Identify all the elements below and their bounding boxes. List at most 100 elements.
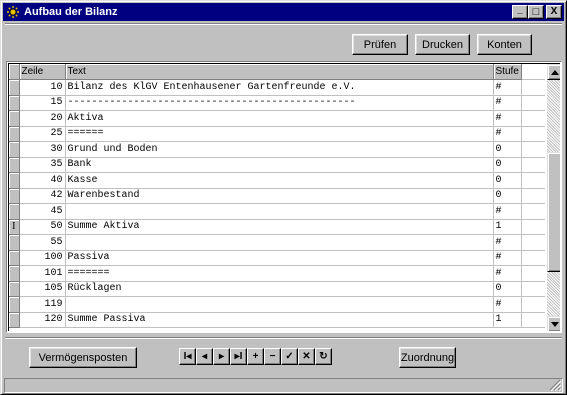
maximize-button[interactable]: □ bbox=[528, 5, 544, 19]
table-row[interactable]: 10 Bilanz des KlGV Entenhausener Gartenfr… bbox=[9, 79, 546, 96]
cell-zeile[interactable]: 20 bbox=[19, 110, 66, 127]
cell-stufe[interactable]: 0 bbox=[493, 172, 522, 189]
cell-zeile[interactable]: 105 bbox=[19, 281, 66, 297]
cell-stufe[interactable]: # bbox=[493, 110, 522, 127]
table-row[interactable]: 15 --------------------------------------… bbox=[9, 95, 546, 111]
cell-zeile[interactable]: 10 bbox=[19, 79, 66, 96]
row-indicator[interactable] bbox=[9, 203, 20, 220]
vertical-scrollbar[interactable] bbox=[547, 64, 560, 331]
pruefen-button[interactable]: Prüfen bbox=[352, 34, 408, 55]
row-indicator[interactable] bbox=[9, 141, 20, 158]
scroll-up-button[interactable] bbox=[547, 64, 560, 80]
scroll-thumb[interactable] bbox=[547, 152, 560, 272]
nav-refresh-button[interactable]: ↻ bbox=[315, 348, 332, 365]
vermoegensposten-button[interactable]: Vermögensposten bbox=[29, 347, 137, 368]
cell-stufe[interactable]: # bbox=[493, 126, 522, 142]
row-indicator[interactable] bbox=[9, 188, 20, 204]
cell-text[interactable] bbox=[65, 203, 494, 220]
cell-zeile[interactable]: 100 bbox=[19, 250, 66, 266]
column-header-stufe[interactable]: Stufe bbox=[493, 64, 522, 80]
cell-zeile[interactable]: 30 bbox=[19, 141, 66, 158]
cell-stufe[interactable]: # bbox=[493, 265, 522, 282]
table-row[interactable]: 42 Warenbestand 0 bbox=[9, 188, 546, 204]
row-indicator[interactable]: I bbox=[9, 219, 20, 235]
nav-first-button[interactable]: I◂ bbox=[179, 348, 196, 365]
nav-cancel-button[interactable]: ✕ bbox=[298, 348, 315, 365]
cell-text[interactable] bbox=[65, 296, 494, 313]
nav-prior-button[interactable]: ◂ bbox=[196, 348, 213, 365]
cell-stufe[interactable]: 1 bbox=[493, 312, 522, 328]
cell-stufe[interactable]: 0 bbox=[493, 281, 522, 297]
cell-zeile[interactable]: 120 bbox=[19, 312, 66, 328]
data-grid[interactable]: Zeile Text Stufe 10 Bilanz des KlGV Enten… bbox=[6, 61, 562, 333]
scroll-down-button[interactable] bbox=[547, 316, 560, 331]
cell-zeile[interactable]: 40 bbox=[19, 172, 66, 189]
cell-zeile[interactable]: 45 bbox=[19, 203, 66, 220]
cell-text[interactable]: Grund und Boden bbox=[65, 141, 494, 158]
cell-zeile[interactable]: 119 bbox=[19, 296, 66, 313]
table-row[interactable]: 101 ======= # bbox=[9, 265, 546, 282]
table-row[interactable]: 120 Summe Passiva 1 bbox=[9, 312, 546, 328]
cell-text[interactable]: Aktiva bbox=[65, 110, 494, 127]
cell-zeile[interactable]: 25 bbox=[19, 126, 66, 142]
cell-zeile[interactable]: 42 bbox=[19, 188, 66, 204]
column-header-text[interactable]: Text bbox=[65, 64, 494, 80]
table-row[interactable]: 55 # bbox=[9, 234, 546, 251]
minimize-button[interactable]: _ bbox=[512, 5, 528, 19]
row-indicator[interactable] bbox=[9, 172, 20, 189]
table-row[interactable]: 105 Rücklagen 0 bbox=[9, 281, 546, 297]
cell-stufe[interactable]: # bbox=[493, 250, 522, 266]
cell-text[interactable]: ----------------------------------------… bbox=[65, 95, 494, 111]
cell-text[interactable]: Bilanz des KlGV Entenhausener Gartenfreu… bbox=[65, 79, 494, 96]
row-indicator[interactable] bbox=[9, 296, 20, 313]
row-indicator[interactable] bbox=[9, 95, 20, 111]
cell-stufe[interactable]: # bbox=[493, 203, 522, 220]
row-indicator[interactable] bbox=[9, 126, 20, 142]
cell-stufe[interactable]: 0 bbox=[493, 188, 522, 204]
cell-stufe[interactable]: 1 bbox=[493, 219, 522, 235]
cell-text[interactable]: Summe Aktiva bbox=[65, 219, 494, 235]
cell-text[interactable]: Bank bbox=[65, 157, 494, 173]
cell-stufe[interactable]: # bbox=[493, 79, 522, 96]
zuordnung-button[interactable]: Zuordnung bbox=[399, 347, 456, 368]
table-row[interactable]: 20 Aktiva # bbox=[9, 110, 546, 127]
resize-grip-icon[interactable] bbox=[549, 379, 561, 391]
table-row[interactable]: 35 Bank 0 bbox=[9, 157, 546, 173]
column-header-zeile[interactable]: Zeile bbox=[19, 64, 66, 80]
konten-button[interactable]: Konten bbox=[477, 34, 532, 55]
table-row[interactable]: 119 # bbox=[9, 296, 546, 313]
nav-next-button[interactable]: ▸ bbox=[213, 348, 230, 365]
drucken-button[interactable]: Drucken bbox=[415, 34, 470, 55]
cell-text[interactable]: Passiva bbox=[65, 250, 494, 266]
title-bar[interactable]: Aufbau der Bilanz _ □ X bbox=[3, 3, 564, 21]
cell-text[interactable]: Warenbestand bbox=[65, 188, 494, 204]
close-button[interactable]: X bbox=[546, 5, 562, 19]
cell-text[interactable]: ====== bbox=[65, 126, 494, 142]
row-indicator[interactable] bbox=[9, 250, 20, 266]
nav-insert-button[interactable]: + bbox=[247, 348, 264, 365]
cell-text[interactable]: ======= bbox=[65, 265, 494, 282]
cell-zeile[interactable]: 50 bbox=[19, 219, 66, 235]
nav-post-button[interactable]: ✓ bbox=[281, 348, 298, 365]
row-indicator[interactable] bbox=[9, 312, 20, 328]
cell-text[interactable]: Kasse bbox=[65, 172, 494, 189]
nav-last-button[interactable]: ▸I bbox=[230, 348, 247, 365]
nav-delete-button[interactable]: − bbox=[264, 348, 281, 365]
cell-stufe[interactable]: # bbox=[493, 234, 522, 251]
row-indicator[interactable] bbox=[9, 79, 20, 96]
table-row[interactable]: 25 ====== # bbox=[9, 126, 546, 142]
row-indicator[interactable] bbox=[9, 157, 20, 173]
cell-text[interactable]: Rücklagen bbox=[65, 281, 494, 297]
table-row[interactable]: 45 # bbox=[9, 203, 546, 220]
cell-text[interactable] bbox=[65, 234, 494, 251]
cell-stufe[interactable]: # bbox=[493, 296, 522, 313]
table-row[interactable]: 30 Grund und Boden 0 bbox=[9, 141, 546, 158]
cell-stufe[interactable]: 0 bbox=[493, 141, 522, 158]
cell-zeile[interactable]: 15 bbox=[19, 95, 66, 111]
row-indicator[interactable] bbox=[9, 265, 20, 282]
row-indicator[interactable] bbox=[9, 110, 20, 127]
table-row[interactable]: I 50 Summe Aktiva 1 bbox=[9, 219, 546, 235]
cell-text[interactable]: Summe Passiva bbox=[65, 312, 494, 328]
row-indicator[interactable] bbox=[9, 234, 20, 251]
row-indicator[interactable] bbox=[9, 281, 20, 297]
